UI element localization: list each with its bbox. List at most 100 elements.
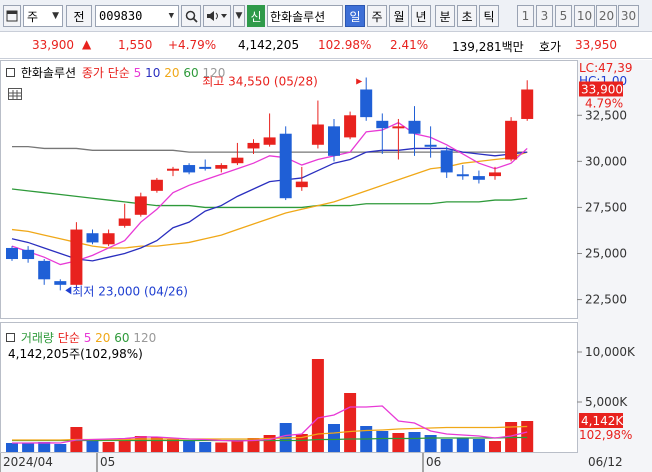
candle-body bbox=[263, 137, 276, 145]
candle-body bbox=[231, 157, 244, 164]
candle-body bbox=[408, 120, 421, 134]
candle-body bbox=[118, 218, 131, 226]
period-button-2[interactable]: 월 bbox=[389, 5, 409, 27]
candle-body bbox=[311, 124, 324, 145]
change-percent: +4.79% bbox=[168, 38, 217, 52]
interval-button-0[interactable]: 1 bbox=[517, 5, 534, 27]
period-button-3[interactable]: 년 bbox=[411, 5, 431, 27]
date-axis-bg bbox=[0, 453, 652, 472]
chart-area[interactable]: 22,500 25,000 27,500 30,000 32,500 5,000K 10,0… bbox=[0, 60, 652, 472]
quote-bar: 33,900 ▲ 1,550 +4.79% 4,142,205 102.98% … bbox=[0, 33, 652, 59]
candle-body bbox=[6, 247, 18, 260]
candle-body bbox=[505, 120, 518, 160]
speaker-icon bbox=[207, 11, 227, 21]
volume-bar bbox=[392, 433, 405, 452]
candle-body bbox=[440, 150, 453, 173]
ma-label: 종가 단순 bbox=[81, 66, 130, 80]
volume-bar bbox=[440, 439, 453, 452]
candle-body bbox=[344, 115, 357, 138]
market-type-button[interactable]: 전 bbox=[66, 5, 92, 27]
price-tick-label: 25,000 bbox=[585, 247, 627, 261]
market-label: 주 bbox=[27, 9, 39, 24]
ask-price: 33,950 bbox=[575, 38, 617, 52]
market-type-label: 전 bbox=[73, 9, 85, 24]
candle-body bbox=[424, 144, 437, 147]
price-volume-chart[interactable]: 22,50025,00027,50030,00032,5005,000K10,0… bbox=[0, 60, 652, 472]
price-panel-title: 한화솔루션 bbox=[20, 66, 77, 80]
price-change: 1,550 bbox=[118, 38, 153, 52]
volume-panel-title: 거래량 bbox=[20, 331, 54, 345]
toolbar: 주 ▼ 전 009830 ▼ ▼ 신 한화솔루션 일 주 월 년 분 초 틱 1 3 5 10 20 3… bbox=[0, 0, 652, 32]
current-price: 33,900 bbox=[32, 38, 74, 52]
table-icon[interactable] bbox=[8, 88, 22, 100]
sound-button[interactable] bbox=[203, 5, 231, 27]
vol-pct-tag: 102,98% bbox=[579, 428, 632, 442]
credit-badge-label: 신 bbox=[250, 9, 262, 24]
candle-body bbox=[521, 89, 534, 119]
candle-body bbox=[86, 233, 99, 243]
up-triangle-icon: ▲ bbox=[82, 37, 92, 51]
search-button[interactable] bbox=[181, 5, 201, 27]
candle-body bbox=[328, 126, 340, 156]
period-button-4[interactable]: 분 bbox=[435, 5, 455, 27]
volume-legend: 거래량 단순 5 20 60 120 bbox=[6, 329, 156, 346]
candle-body bbox=[295, 181, 308, 188]
search-icon bbox=[185, 10, 198, 23]
period-button-0[interactable]: 일 bbox=[345, 5, 365, 27]
chevron-down-icon[interactable]: ▼ bbox=[233, 5, 245, 27]
volume-value: 4,142,205 bbox=[238, 38, 300, 52]
ask-label: 호가 bbox=[539, 40, 562, 54]
ma120-label: 120 bbox=[202, 66, 226, 80]
period-button-6[interactable]: 틱 bbox=[479, 5, 499, 27]
vol-ma20-label: 20 bbox=[95, 331, 111, 345]
collapse-icon[interactable] bbox=[6, 68, 15, 77]
volume-bar bbox=[376, 431, 389, 452]
period-button-5[interactable]: 초 bbox=[457, 5, 477, 27]
window-icon[interactable] bbox=[3, 5, 21, 27]
volume-info: 4,142,205주(102,98%) bbox=[8, 347, 143, 361]
pct-tag: 4.79% bbox=[585, 96, 623, 110]
volume-bar bbox=[311, 359, 324, 452]
interval-button-1[interactable]: 3 bbox=[536, 5, 553, 27]
period-button-1[interactable]: 주 bbox=[367, 5, 387, 27]
volume-ma-label: 단순 bbox=[57, 331, 80, 345]
candle-body bbox=[134, 196, 147, 215]
date-label: 06 bbox=[426, 455, 441, 469]
code-input[interactable]: 009830 ▼ bbox=[95, 5, 179, 27]
date-label: 05 bbox=[100, 455, 115, 469]
price-legend: 한화솔루션 종가 단순 5 10 20 60 120 bbox=[6, 64, 225, 81]
collapse-icon[interactable] bbox=[6, 333, 15, 342]
candle-body bbox=[376, 120, 389, 129]
volume-tick-label: 5,000K bbox=[585, 395, 628, 409]
candle-body bbox=[199, 166, 212, 169]
market-select[interactable]: 주 ▼ bbox=[23, 5, 63, 27]
trade-amount: 139,281백만 bbox=[452, 40, 524, 54]
interval-button-2[interactable]: 5 bbox=[555, 5, 572, 27]
candle-body bbox=[360, 89, 373, 118]
volume-bar bbox=[456, 438, 469, 452]
candle-body bbox=[456, 174, 469, 177]
candle-body bbox=[150, 179, 163, 191]
lc-label: LC:47,39 bbox=[579, 61, 632, 75]
stock-name-field: 한화솔루션 bbox=[267, 5, 343, 27]
chevron-down-icon[interactable]: ▼ bbox=[169, 11, 174, 21]
turnover-rate: 2.41% bbox=[390, 38, 429, 52]
volume-bar bbox=[86, 441, 99, 452]
candle-body bbox=[38, 260, 51, 280]
volume-bar bbox=[408, 432, 421, 452]
vol-ma5-label: 5 bbox=[83, 331, 92, 345]
interval-button-5[interactable]: 30 bbox=[618, 5, 639, 27]
candle-body bbox=[22, 249, 35, 260]
interval-button-3[interactable]: 10 bbox=[574, 5, 595, 27]
candle-body bbox=[472, 176, 485, 180]
candle-body bbox=[183, 165, 196, 173]
low-annotation: 최저 23,000 (04/26) bbox=[72, 284, 188, 298]
interval-button-4[interactable]: 20 bbox=[596, 5, 617, 27]
date-label: 2024/04 bbox=[3, 455, 53, 469]
price-tick-label: 22,500 bbox=[585, 293, 627, 307]
candle-body bbox=[54, 281, 67, 285]
code-value: 009830 bbox=[99, 9, 143, 23]
candle-body bbox=[102, 233, 115, 245]
volume-bar bbox=[215, 442, 228, 452]
vol-tag: 4,142K bbox=[581, 414, 624, 428]
